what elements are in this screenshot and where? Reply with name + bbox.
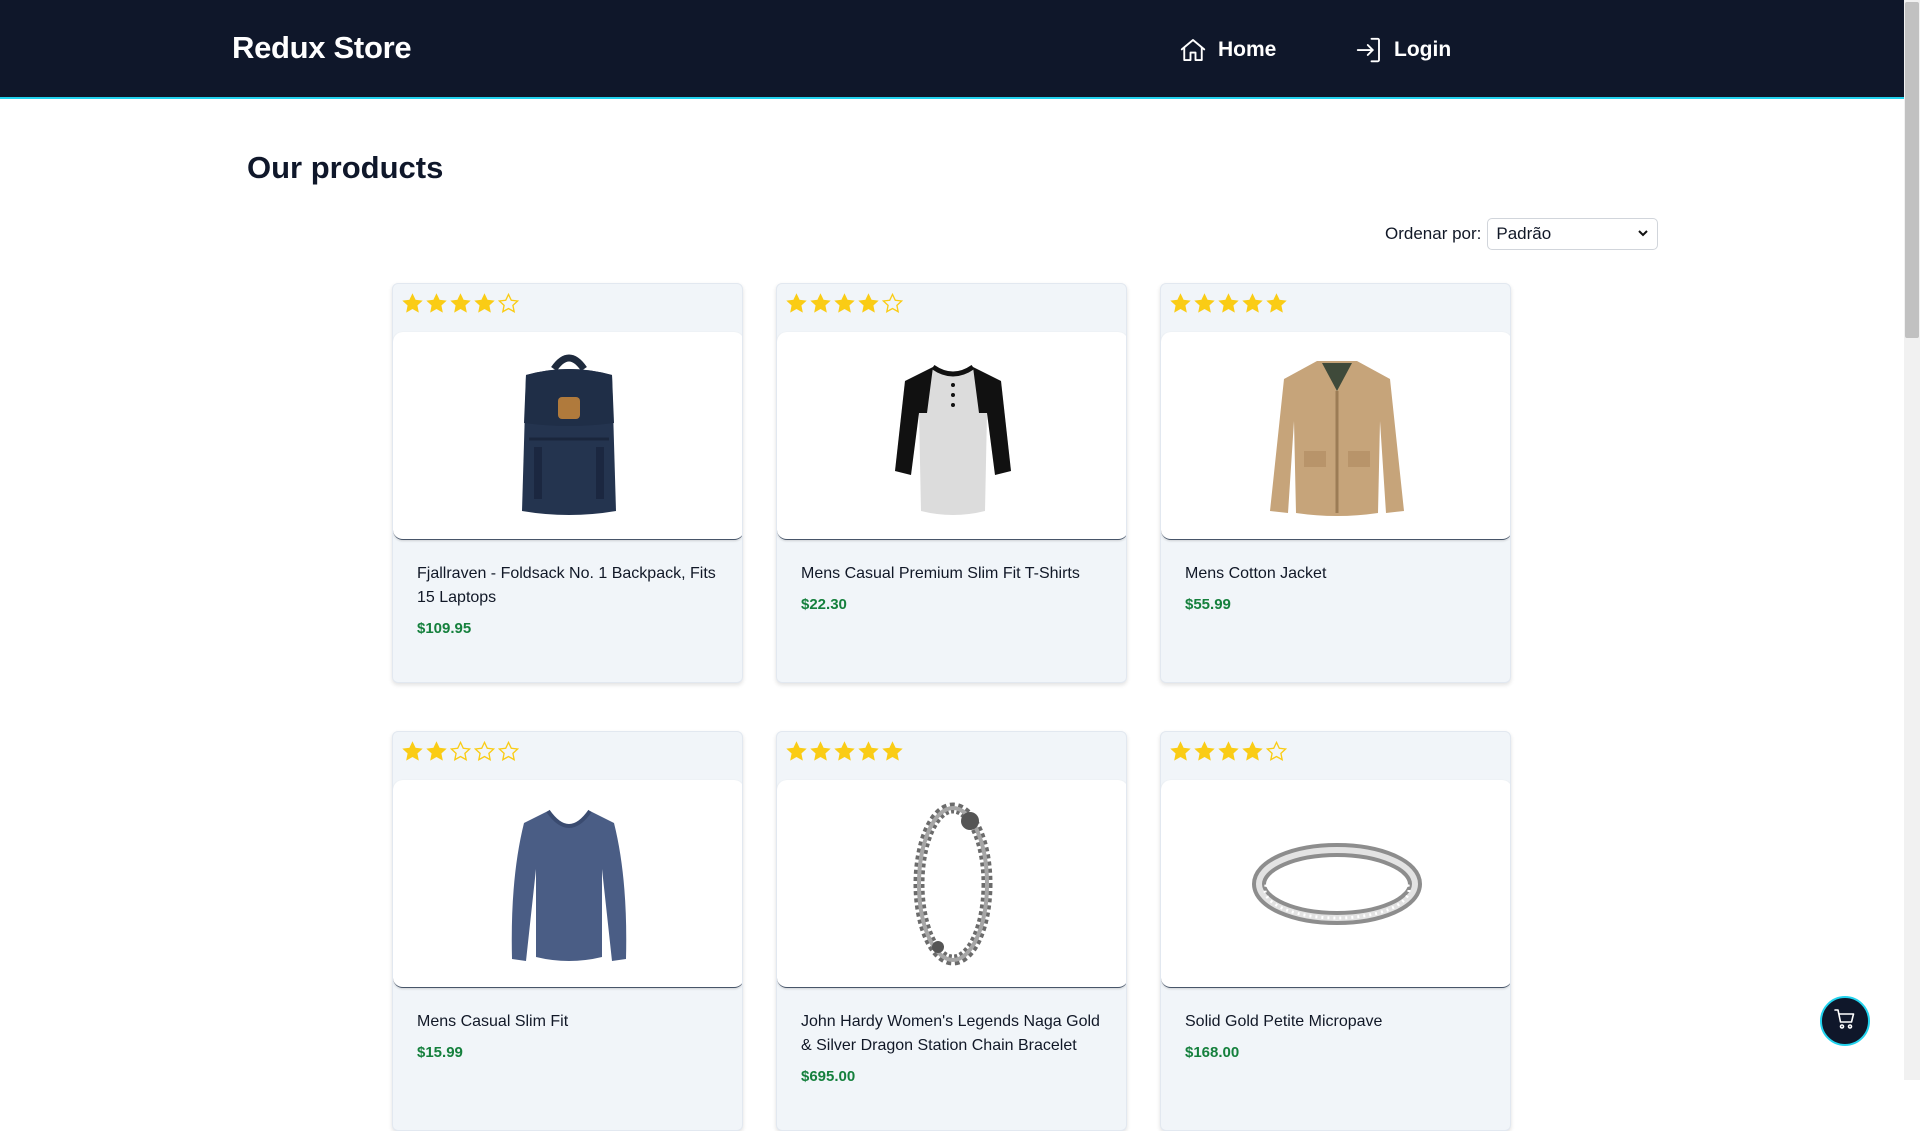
rating-stars (401, 740, 520, 763)
cart-button[interactable] (1820, 996, 1870, 1046)
product-price: $695.00 (801, 1068, 856, 1085)
product-image-frame (777, 332, 1126, 540)
nav-home-label: Home (1218, 38, 1277, 61)
star-empty-icon (497, 740, 520, 761)
rating-stars (1169, 292, 1288, 315)
product-card[interactable]: Mens Casual Slim Fit $15.99 (392, 731, 743, 1131)
product-image-frame (393, 332, 742, 540)
star-filled-icon (1170, 293, 1191, 313)
star-filled-icon (858, 741, 879, 761)
star-filled-icon (474, 293, 495, 313)
login-icon (1354, 35, 1384, 65)
nav-login-link[interactable]: Login (1354, 34, 1451, 66)
cart-icon (1833, 1007, 1857, 1036)
star-filled-icon (402, 293, 423, 313)
brand-logo[interactable]: Redux Store (232, 30, 412, 66)
star-filled-icon (810, 741, 831, 761)
star-filled-icon (882, 741, 903, 761)
product-image-frame (1161, 332, 1510, 540)
product-price: $15.99 (417, 1044, 463, 1061)
star-filled-icon (834, 293, 855, 313)
bracelet-image (913, 802, 992, 965)
star-filled-icon (402, 741, 423, 761)
ring-image (1251, 842, 1422, 925)
product-title[interactable]: Mens Casual Premium Slim Fit T-Shirts (801, 562, 1106, 586)
star-filled-icon (786, 293, 807, 313)
star-empty-icon (1265, 740, 1288, 761)
product-card[interactable]: John Hardy Women's Legends Naga Gold & S… (776, 731, 1127, 1131)
scrollbar-thumb[interactable] (1905, 2, 1919, 338)
star-filled-icon (1170, 741, 1191, 761)
star-filled-icon (1194, 741, 1215, 761)
home-icon (1178, 35, 1208, 65)
product-price: $55.99 (1185, 596, 1231, 613)
star-filled-icon (1242, 741, 1263, 761)
page-title: Our products (247, 150, 444, 185)
sort-selected-value: Padrão (1496, 224, 1552, 243)
nav-login-label: Login (1394, 38, 1452, 61)
star-empty-icon (881, 292, 904, 313)
product-image-frame (393, 780, 742, 988)
star-filled-icon (1218, 293, 1239, 313)
product-card[interactable]: Mens Cotton Jacket $55.99 (1160, 283, 1511, 683)
backpack-image (521, 354, 616, 515)
product-title[interactable]: Mens Casual Slim Fit (417, 1010, 722, 1034)
star-filled-icon (1194, 293, 1215, 313)
product-title[interactable]: Fjallraven - Foldsack No. 1 Backpack, Fi… (417, 562, 722, 610)
star-filled-icon (810, 293, 831, 313)
product-price: $22.30 (801, 596, 847, 613)
product-image-frame (777, 780, 1126, 988)
jacket-image (1269, 360, 1404, 516)
sort-label: Ordenar por: (1385, 224, 1482, 243)
star-filled-icon (1242, 293, 1263, 313)
sort-control: Ordenar por: Padrão (1385, 218, 1659, 250)
t-shirt-image (894, 364, 1011, 515)
product-title[interactable]: John Hardy Women's Legends Naga Gold & S… (801, 1010, 1106, 1058)
star-filled-icon (858, 293, 879, 313)
star-filled-icon (426, 293, 447, 313)
rating-stars (401, 292, 520, 315)
star-empty-icon (473, 740, 496, 761)
star-empty-icon (497, 292, 520, 313)
product-price: $109.95 (417, 620, 472, 637)
product-card[interactable]: Solid Gold Petite Micropave $168.00 (1160, 731, 1511, 1131)
product-image-frame (1161, 780, 1510, 988)
rating-stars (785, 292, 904, 315)
long-sleeve-shirt-image (511, 809, 626, 961)
star-filled-icon (450, 293, 471, 313)
star-filled-icon (426, 741, 447, 761)
chevron-down-icon (1637, 224, 1649, 244)
navbar: Redux Store Home Login (0, 0, 1904, 99)
star-filled-icon (786, 741, 807, 761)
product-card[interactable]: Mens Casual Premium Slim Fit T-Shirts $2… (776, 283, 1127, 683)
product-card[interactable]: Fjallraven - Foldsack No. 1 Backpack, Fi… (392, 283, 743, 683)
product-title[interactable]: Solid Gold Petite Micropave (1185, 1010, 1490, 1034)
star-empty-icon (449, 740, 472, 761)
star-filled-icon (834, 741, 855, 761)
product-title[interactable]: Mens Cotton Jacket (1185, 562, 1490, 586)
rating-stars (1169, 740, 1288, 763)
sort-select[interactable]: Padrão (1487, 218, 1659, 250)
nav-home-link[interactable]: Home (1178, 34, 1276, 66)
rating-stars (785, 740, 904, 763)
star-filled-icon (1266, 293, 1287, 313)
product-price: $168.00 (1185, 1044, 1240, 1061)
star-filled-icon (1218, 741, 1239, 761)
